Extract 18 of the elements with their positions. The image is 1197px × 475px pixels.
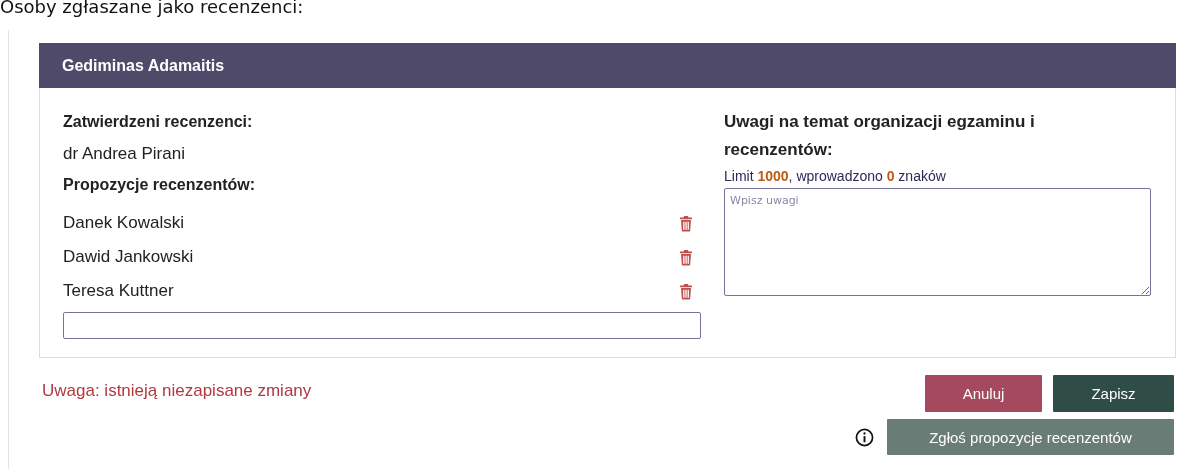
reviewer-name: Dawid Jankowski xyxy=(63,246,194,268)
reviewer-input[interactable] xyxy=(63,312,701,339)
section-heading: Uwagi na temat organizacji egzaminu i recenzentów: xyxy=(724,111,1036,161)
trash-icon[interactable] xyxy=(679,248,693,266)
remarks-field[interactable]: Wpisz uwagi xyxy=(724,188,1151,296)
section-heading: Propozycje recenzentów: xyxy=(63,175,257,195)
reviewer-name: dr Andrea Pirani xyxy=(63,143,186,165)
reviewer-name: Danek Kowalski xyxy=(63,212,184,234)
card-header: Gediminas Adamaitis xyxy=(39,43,1176,88)
reviewer-name: Teresa Kuttner xyxy=(63,280,174,302)
trash-icon[interactable] xyxy=(679,214,693,232)
warning-message: Uwaga: istnieją niezapisane zmiany xyxy=(42,381,312,402)
section-heading: Zatwierdzeni recenzenci: xyxy=(63,112,254,132)
save-button[interactable]: Zapisz xyxy=(1053,375,1174,412)
info-icon[interactable] xyxy=(855,427,874,447)
cancel-button[interactable]: Anuluj xyxy=(925,375,1042,412)
trash-icon[interactable] xyxy=(679,282,693,300)
character-counter: Limit 1000, wprowadzono 0 znaków xyxy=(724,167,947,185)
